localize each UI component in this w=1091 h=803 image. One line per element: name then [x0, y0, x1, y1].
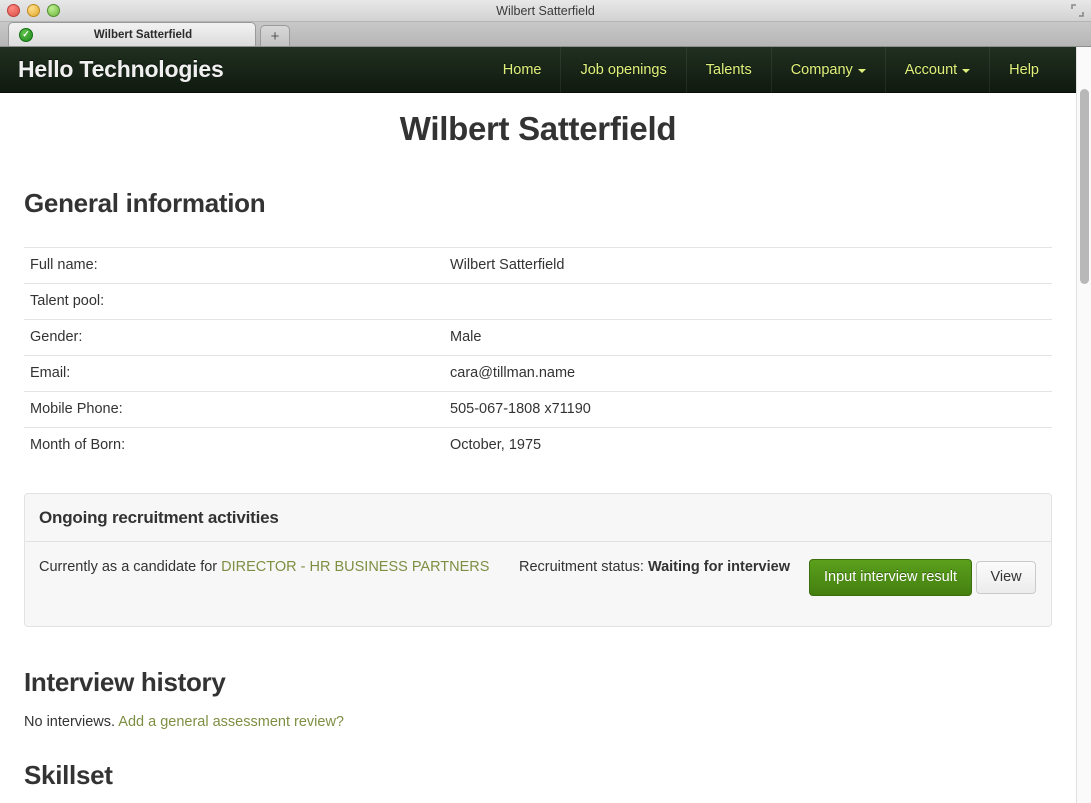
nav-item-company-label: Company — [790, 61, 853, 78]
new-tab-button[interactable]: + — [260, 25, 290, 46]
browser-tabstrip: ✓ Wilbert Satterfield + — [0, 22, 1091, 47]
chevron-down-icon — [962, 68, 971, 73]
status-badge: Waiting for interview — [647, 559, 790, 575]
table-row: Talent pool: — [24, 283, 1052, 320]
window-title: Wilbert Satterfield — [496, 3, 595, 18]
ongoing-recruitment-panel: Ongoing recruitment activities Currently… — [24, 493, 1052, 627]
table-row: Email: cara@tillman.name — [24, 355, 1052, 392]
row-value: Male — [444, 319, 1052, 356]
vertical-scrollbar[interactable] — [1076, 47, 1091, 803]
row-label: Talent pool: — [24, 283, 444, 320]
status-prefix-text: Recruitment status: — [519, 559, 648, 575]
nav-item-help[interactable]: Help — [989, 47, 1058, 93]
row-label: Email: — [24, 355, 444, 392]
row-value: 505-067-1808 x71190 — [444, 391, 1052, 428]
window-controls — [7, 4, 60, 17]
view-button[interactable]: View — [976, 561, 1036, 594]
nav-item-talents[interactable]: Talents — [685, 47, 771, 93]
table-row: Full name: Wilbert Satterfield — [24, 247, 1052, 284]
page-content: Wilbert Satterfield General information … — [0, 93, 1076, 803]
browser-tab-active[interactable]: ✓ Wilbert Satterfield — [8, 22, 256, 46]
nav-item-home[interactable]: Home — [484, 47, 561, 93]
table-row: Gender: Male — [24, 319, 1052, 356]
brand-logo[interactable]: Hello Technologies — [18, 56, 224, 83]
skillset-heading: Skillset — [24, 760, 113, 790]
panel-actions: Input interview result View — [809, 556, 1037, 596]
minimize-window-button[interactable] — [27, 4, 40, 17]
table-row: Month of Born: October, 1975 — [24, 427, 1052, 463]
recruitment-status: Recruitment status: Waiting for intervie… — [519, 556, 809, 596]
row-label: Full name: — [24, 247, 444, 284]
browser-viewport: Hello Technologies Home Job openings Tal… — [0, 47, 1091, 803]
row-value: Wilbert Satterfield — [444, 247, 1052, 284]
check-circle-icon: ✓ — [19, 27, 33, 42]
add-assessment-review-link[interactable]: Add a general assessment review? — [118, 714, 344, 730]
nav-links: Home Job openings Talents Company Accoun… — [484, 47, 1058, 93]
row-value — [444, 283, 1052, 320]
candidate-info: Currently as a candidate for DIRECTOR - … — [39, 556, 519, 596]
row-label: Month of Born: — [24, 427, 444, 463]
page-title: Wilbert Satterfield — [399, 110, 677, 147]
row-label: Mobile Phone: — [24, 391, 444, 428]
tab-title: Wilbert Satterfield — [93, 28, 193, 41]
row-value: cara@tillman.name — [444, 355, 1052, 392]
nav-item-home-label: Home — [502, 61, 542, 78]
candidate-prefix-text: Currently as a candidate for — [39, 559, 222, 575]
general-information-heading: General information — [24, 188, 266, 218]
site-navbar: Hello Technologies Home Job openings Tal… — [0, 47, 1076, 93]
row-label: Gender: — [24, 319, 444, 356]
job-opening-link[interactable]: DIRECTOR - HR BUSINESS PARTNERS — [221, 559, 489, 575]
ongoing-panel-body: Currently as a candidate for DIRECTOR - … — [25, 542, 1051, 626]
nav-item-account[interactable]: Account — [884, 47, 989, 93]
nav-item-company[interactable]: Company — [770, 47, 885, 93]
zoom-window-button[interactable] — [47, 4, 60, 17]
nav-item-help-label: Help — [1009, 61, 1039, 78]
scrollbar-thumb[interactable] — [1080, 89, 1089, 284]
nav-item-account-label: Account — [904, 61, 958, 78]
ongoing-panel-heading: Ongoing recruitment activities — [25, 494, 1051, 542]
fullscreen-icon[interactable] — [1071, 4, 1084, 17]
row-value: October, 1975 — [444, 427, 1052, 463]
nav-item-talents-label: Talents — [705, 61, 752, 78]
chevron-down-icon — [857, 68, 866, 73]
nav-item-job-openings-label: Job openings — [580, 61, 667, 78]
general-information-table: Full name: Wilbert Satterfield Talent po… — [24, 247, 1052, 463]
window-titlebar: Wilbert Satterfield — [0, 0, 1091, 22]
interview-history-empty: No interviews. Add a general assessment … — [24, 714, 1052, 730]
table-row: Mobile Phone: 505-067-1808 x71190 — [24, 391, 1052, 428]
nav-item-job-openings[interactable]: Job openings — [560, 47, 685, 93]
interview-history-heading: Interview history — [24, 667, 226, 697]
page-root: Hello Technologies Home Job openings Tal… — [0, 47, 1076, 803]
input-interview-result-button[interactable]: Input interview result — [809, 559, 972, 596]
interview-history-empty-text: No interviews. — [24, 714, 119, 730]
close-window-button[interactable] — [7, 4, 20, 17]
